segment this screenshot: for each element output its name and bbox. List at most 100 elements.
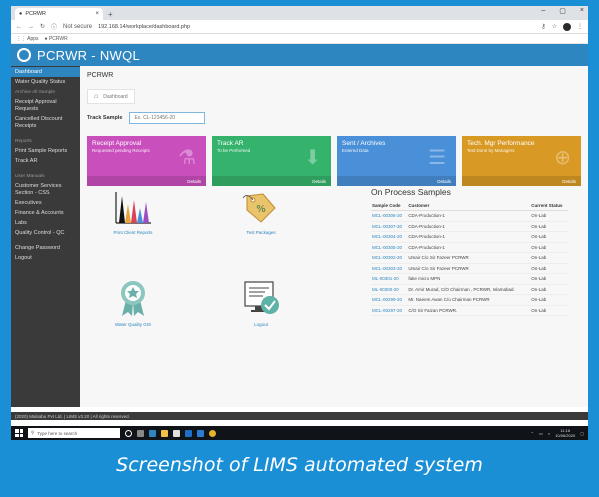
minimize-icon[interactable]: – (541, 7, 545, 15)
tile-print-client-reports[interactable]: Print Client Reports (87, 190, 179, 235)
sidebar-item-archive-all-sample: Archive All Sample (15, 89, 55, 95)
sample-code-cell[interactable]: ML-00300-20 (371, 284, 408, 295)
file-explorer-icon[interactable] (161, 429, 168, 437)
sample-code-cell[interactable]: ML-00301-20 (371, 273, 408, 285)
table-row: MCL-00306-20 CDA-Production-1 On-Lab (371, 210, 568, 222)
sidebar-item-track-ar[interactable]: Track AR (11, 156, 80, 166)
customer-cell: Mr. Naeem Awan C/o Chairman PCRWR (407, 294, 531, 306)
sample-code-cell[interactable]: MCL-00302-20 (371, 252, 408, 264)
breadcrumb-label: Dashboard (103, 93, 128, 100)
card-track-ar[interactable]: Track AR To be Performed ⬇ Details (212, 136, 331, 186)
breadcrumb[interactable]: ⌂ Dashboard (87, 89, 135, 104)
download-icon: ⬇ (304, 147, 321, 169)
close-tab-icon[interactable]: × (95, 11, 99, 17)
samples-table: Sample Code Customer Current Status MCL-… (371, 201, 568, 316)
card-tech-mgr-performance[interactable]: Tech. Mgr Performance Test Done by Manag… (462, 136, 581, 186)
sample-code-cell[interactable]: MCL-00303-20 (371, 263, 408, 274)
address-bar: ← → ↻ ⓘ Not secure 192.168.14/workplace/… (11, 20, 588, 34)
card-details-link[interactable]: Details (212, 176, 331, 186)
sidebar-item-logout[interactable]: Logout (11, 253, 80, 263)
sidebar-item-labs[interactable]: Labs (11, 218, 80, 228)
notification-icon[interactable]: ▢ (580, 431, 584, 436)
forward-icon[interactable]: → (28, 24, 34, 30)
reload-icon[interactable]: ↻ (40, 23, 45, 30)
column-header: Sample Code (371, 201, 408, 211)
edge-icon[interactable] (149, 429, 156, 437)
tray-chevron-icon[interactable]: ⌃ (531, 431, 534, 436)
summary-cards: Receipt Approval Requested pending Recei… (87, 136, 581, 186)
close-window-icon[interactable]: × (580, 7, 584, 15)
taskbar-clock[interactable]: 11:16 10/06/2020 (555, 428, 575, 438)
track-sample-input[interactable] (129, 112, 206, 124)
profile-avatar[interactable] (563, 22, 571, 31)
sidebar-item-change-password[interactable]: Change Password (11, 243, 80, 253)
status-cell: On-Lab (530, 210, 568, 222)
card-sent-archives[interactable]: Sent / Archives Entered Data ☰ Details (337, 136, 456, 186)
mail-icon[interactable] (185, 429, 192, 437)
status-cell: On-Lab (530, 284, 568, 295)
sample-code-cell[interactable]: MCL-00306-20 (371, 210, 408, 222)
plus-circle-icon: ⊕ (554, 147, 571, 169)
sample-code-cell[interactable]: MCL-00299-20 (371, 294, 408, 306)
tile-logout[interactable]: Logout (215, 278, 307, 327)
sidebar-item-cancelled-discount-receipts[interactable]: Cancelled Discount Receipts (11, 114, 80, 131)
browser-tab[interactable]: ● PCRWR × (15, 8, 103, 20)
column-header: Current Status (530, 201, 568, 211)
customer-cell: CDA-Production-1 (407, 210, 531, 222)
volume-icon[interactable]: ◖ (548, 431, 550, 436)
card-details-link[interactable]: Details (462, 176, 581, 186)
customer-cell: CDA-Production-1 (407, 221, 531, 232)
info-icon[interactable]: ⓘ (51, 22, 57, 31)
maximize-icon[interactable]: ▢ (559, 7, 566, 15)
sidebar-item-quality-control-qc[interactable]: Quality Control - QC (11, 228, 80, 238)
sidebar-item-finance-accounts[interactable]: Finance & Accounts (11, 208, 80, 218)
customer-cell: fake micro MPN (407, 273, 531, 285)
star-icon[interactable]: ☆ (552, 23, 557, 30)
browser-tabbar: ● PCRWR × + – ▢ × (11, 6, 588, 20)
sidebar-item-dashboard[interactable]: Dashboard (11, 67, 80, 77)
sidebar-item-water-quality-status[interactable]: Water Quality Status (11, 77, 80, 87)
new-tab-icon[interactable]: + (108, 10, 113, 19)
network-icon[interactable]: ▭ (539, 431, 543, 436)
task-view-icon[interactable] (137, 429, 144, 437)
status-cell: On-Lab (530, 294, 568, 306)
windows-start-icon[interactable] (15, 429, 23, 437)
cortana-icon[interactable] (125, 429, 132, 437)
bookmarks-bar: ⋮⋮ Apps ● PCRWR (11, 34, 588, 44)
windows-taskbar: ⚲ Type here to search ⌃ ▭ ◖ 11:16 10/06/2… (11, 426, 588, 440)
word-icon[interactable] (197, 429, 204, 437)
sample-code-cell[interactable]: MCL-00305-20 (371, 242, 408, 253)
sidebar-item-print-sample-reports[interactable]: Print Sample Reports (11, 146, 80, 156)
customer-cell: Umair C/o Sir Fazeer PCRWR (407, 252, 531, 264)
card-details-link[interactable]: Details (87, 176, 206, 186)
chrome-icon[interactable] (209, 429, 216, 437)
window-controls: – ▢ × (541, 7, 584, 15)
url-field[interactable]: 192.168.14/workplace/dashboard.php (98, 24, 535, 30)
sample-code-cell[interactable]: MCL-00307-20 (371, 221, 408, 232)
sidebar-item-receipt-approval-requests[interactable]: Receipt Approval Requests (11, 97, 80, 114)
store-icon[interactable] (173, 429, 180, 437)
track-sample-form: Track Sample (87, 112, 581, 124)
status-cell: On-Lab (530, 273, 568, 285)
card-details-link[interactable]: Details (337, 176, 456, 186)
bookmark-pcrwr[interactable]: ● PCRWR (45, 36, 68, 42)
main-panel: PCRWR ⌂ Dashboard Track Sample Receipt A… (80, 66, 588, 407)
sidebar-item-customer-services-section-css[interactable]: Customer Services Section - CSS (11, 181, 80, 198)
menu-kebab-icon[interactable]: ⋮ (577, 23, 583, 30)
bookmark-apps[interactable]: ⋮⋮ Apps (16, 36, 39, 42)
sidebar-item-reports: Reports (15, 138, 32, 144)
sidebar-item-executives[interactable]: Executives (11, 198, 80, 208)
taskbar-search[interactable]: ⚲ Type here to search (28, 428, 120, 438)
card-receipt-approval[interactable]: Receipt Approval Requested pending Recei… (87, 136, 206, 186)
sample-code-cell[interactable]: MCL-00297-20 (371, 305, 408, 316)
back-icon[interactable]: ← (16, 24, 22, 30)
key-icon[interactable]: ⚷ (541, 23, 545, 30)
track-sample-label: Track Sample (87, 115, 123, 121)
tile-label: Water Quality GIS (114, 322, 152, 327)
sample-code-cell[interactable]: MCL-00304-20 (371, 231, 408, 243)
tile-water-quality-gis[interactable]: Water Quality GIS (87, 278, 179, 327)
quick-links: Print Client Reports % Test Packages Wat… (87, 190, 343, 340)
customer-cell: CDA-Production-1 (407, 231, 531, 243)
tile-test-packages[interactable]: % Test Packages (215, 190, 307, 235)
security-label: Not secure (63, 23, 93, 30)
